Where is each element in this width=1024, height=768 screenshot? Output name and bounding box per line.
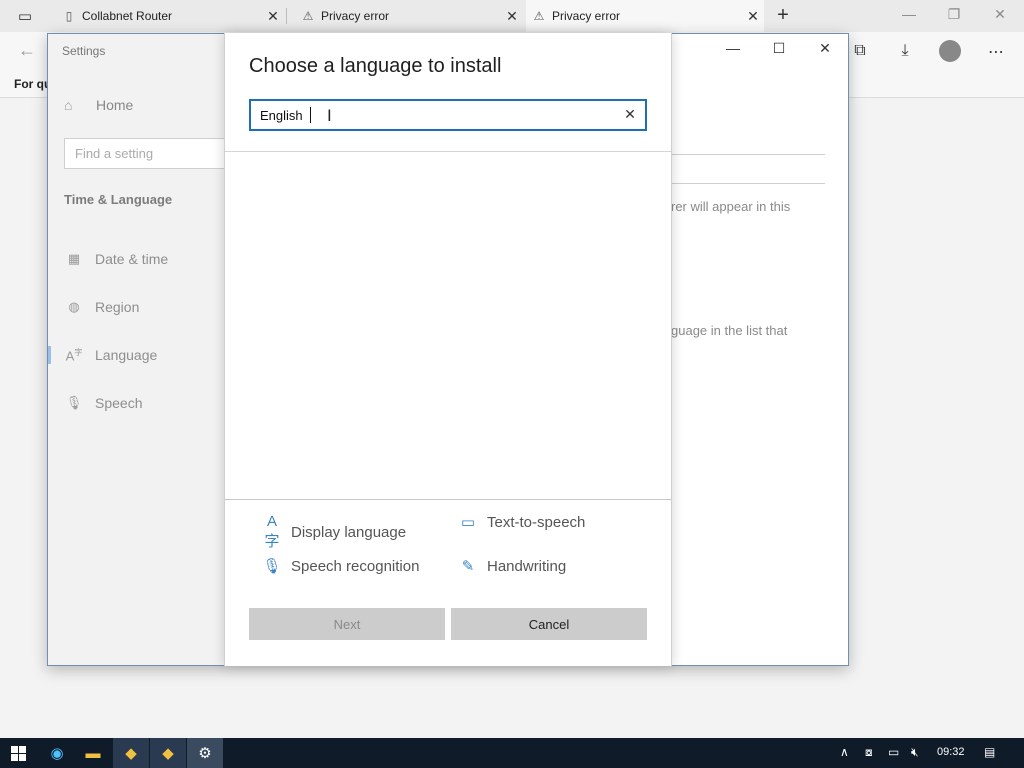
text-to-speech-icon: ▭: [460, 514, 476, 531]
feature-handwriting: ✎ Handwriting: [457, 557, 567, 576]
settings-minimize-icon[interactable]: —: [722, 40, 744, 56]
home-label: Home: [96, 97, 134, 113]
close-tab-icon[interactable]: ✕: [262, 8, 284, 25]
close-tab-icon[interactable]: ✕: [501, 8, 523, 25]
sidebar-item-language[interactable]: A字 Language: [48, 342, 225, 368]
feature-display-language: A字 Display language: [261, 513, 406, 551]
handwriting-icon: ✎: [461, 558, 475, 575]
browser-minimize-icon[interactable]: —: [898, 6, 920, 22]
browser-restore-icon[interactable]: ❐: [943, 6, 965, 23]
ibeam-cursor-icon: I: [327, 106, 332, 125]
sidebar-item-region[interactable]: ◍ Region: [48, 294, 225, 320]
feature-label: Speech recognition: [291, 557, 420, 575]
volume-muted-icon[interactable]: 🔇︎: [911, 745, 919, 760]
start-button[interactable]: [0, 738, 36, 768]
tab-separator: [286, 8, 287, 24]
show-hidden-icons-icon[interactable]: ∧: [840, 745, 849, 759]
taskbar: ◉ ▬ ◆ ◆ ⚙ ∧ ⧇ ▭ 🔇︎ 09:32 ▤: [0, 738, 1024, 768]
settings-close-icon[interactable]: ✕: [814, 40, 836, 57]
sidebar-item-label: Speech: [95, 395, 143, 411]
tab-privacy-error-1[interactable]: ⚠ Privacy error ✕: [295, 0, 523, 32]
warning-lock-icon: ⚠: [533, 9, 545, 23]
find-setting-input[interactable]: Find a setting: [64, 138, 234, 169]
tab-label: Collabnet Router: [82, 9, 173, 23]
clear-search-icon[interactable]: ✕: [622, 106, 638, 123]
next-button[interactable]: Next: [249, 608, 445, 640]
sidebar-item-label: Date & time: [95, 251, 169, 267]
language-search-input[interactable]: [260, 106, 610, 124]
sidebar-item-speech[interactable]: 🎙︎ Speech: [48, 390, 225, 416]
settings-maximize-icon[interactable]: ☐: [768, 40, 790, 57]
language-results-list[interactable]: [225, 152, 671, 499]
tab-collabnet-router[interactable]: ▯ Collabnet Router ✕: [56, 0, 284, 32]
settings-bg-text: guage in the list that: [671, 323, 788, 338]
back-arrow-icon[interactable]: ←: [18, 40, 36, 61]
clock-time[interactable]: 09:32: [937, 746, 965, 758]
feature-text-to-speech: ▭ Text-to-speech: [457, 513, 586, 532]
more-menu-icon[interactable]: ⋯: [985, 42, 1007, 62]
settings-sidebar: Settings ⌂ Home Find a setting Time & La…: [48, 34, 234, 665]
shield-app-icon[interactable]: ◆: [113, 738, 149, 768]
language-search-box[interactable]: I ✕: [249, 99, 647, 131]
calendar-icon: ▦: [67, 251, 81, 266]
downloads-warning-icon[interactable]: ⤓: [894, 42, 916, 60]
tab-label: Privacy error: [552, 9, 621, 23]
feature-label: Handwriting: [487, 557, 567, 575]
language-icon: A字: [65, 347, 83, 364]
microphone-icon: 🎙︎: [65, 395, 83, 410]
home-icon: ⌂: [64, 97, 73, 113]
settings-bg-box: [671, 154, 825, 184]
profile-avatar[interactable]: [939, 40, 961, 62]
network-icon[interactable]: ⧇: [865, 745, 873, 760]
globe-icon: ◍: [68, 299, 80, 314]
windows-logo-icon: [10, 745, 26, 761]
settings-title: Settings: [62, 44, 106, 58]
new-tab-button[interactable]: +: [772, 4, 794, 28]
dialog-title: Choose a language to install: [249, 55, 502, 77]
section-title: Time & Language: [64, 192, 173, 207]
file-explorer-icon[interactable]: ▬: [75, 738, 111, 768]
tab-actions-icon[interactable]: ▭: [8, 5, 42, 27]
settings-gear-icon[interactable]: ⚙: [187, 738, 223, 768]
sidebar-item-label: Language: [95, 347, 158, 363]
tab-label: Privacy error: [321, 9, 390, 23]
page-icon: ▯: [65, 9, 73, 23]
edge-icon[interactable]: ◉: [39, 738, 75, 768]
sidebar-item-label: Region: [95, 299, 140, 315]
collections-icon[interactable]: ⧉: [849, 42, 871, 60]
feature-speech-recognition: 🎙︎ Speech recognition: [261, 557, 420, 576]
sidebar-item-date-time[interactable]: ▦ Date & time: [48, 246, 225, 272]
home-nav-item[interactable]: ⌂ Home: [64, 97, 133, 113]
monitor-icon[interactable]: ▭: [888, 745, 899, 759]
choose-language-dialog: Choose a language to install I ✕ A字 Disp…: [224, 33, 672, 666]
favorites-text: For qu: [14, 77, 52, 91]
feature-label: Text-to-speech: [487, 513, 586, 531]
notifications-icon[interactable]: ▤: [984, 745, 995, 759]
microphone-icon: 🎙︎: [262, 558, 282, 575]
cancel-button[interactable]: Cancel: [451, 608, 647, 640]
settings-bg-text: rer will appear in this: [671, 199, 791, 214]
feature-label: Display language: [291, 523, 407, 541]
display-language-icon: A字: [264, 513, 280, 550]
browser-close-icon[interactable]: ✕: [989, 6, 1011, 23]
divider: [225, 499, 671, 500]
close-tab-icon[interactable]: ✕: [742, 8, 764, 25]
warning-lock-icon: ⚠: [302, 9, 314, 23]
tab-privacy-error-2[interactable]: ⚠ Privacy error ✕: [526, 0, 764, 32]
shield-app-icon[interactable]: ◆: [150, 738, 186, 768]
text-caret: [310, 107, 311, 123]
